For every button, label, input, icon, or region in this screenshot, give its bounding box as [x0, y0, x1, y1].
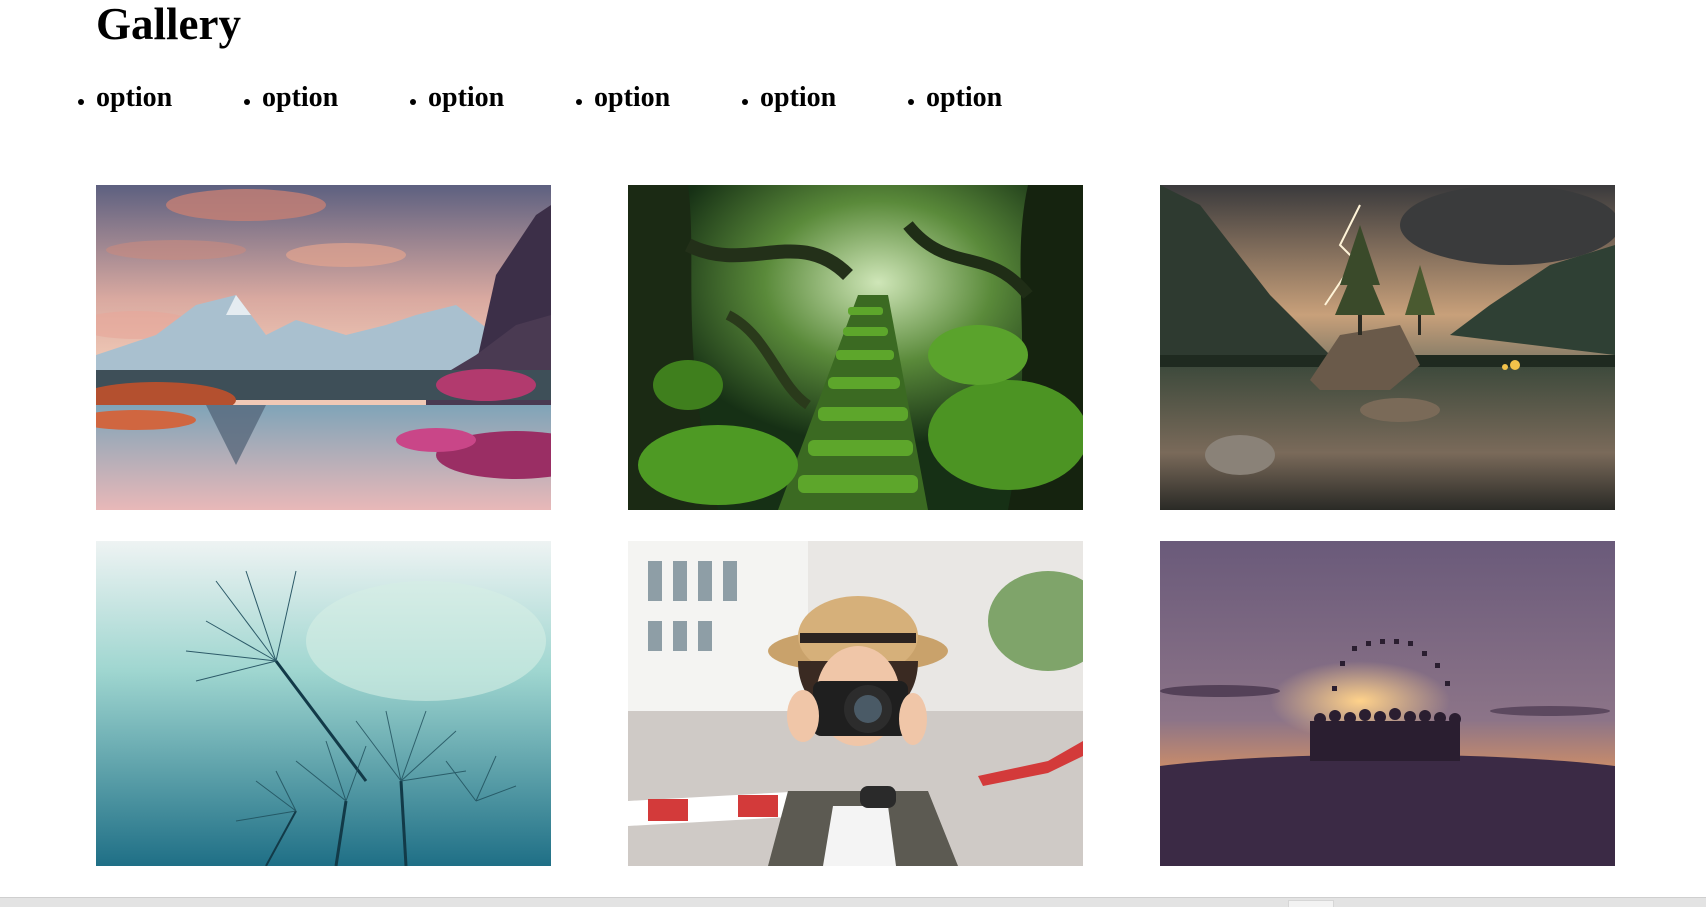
- horizontal-scrollbar[interactable]: [0, 897, 1706, 907]
- option-item[interactable]: option: [908, 81, 1092, 115]
- mountain-lake-photo: [96, 185, 551, 510]
- option-list: option option option option option optio…: [78, 81, 1092, 115]
- mossy-forest-photo: [628, 185, 1083, 510]
- option-item[interactable]: option: [78, 81, 262, 115]
- option-item[interactable]: option: [742, 81, 926, 115]
- gallery-image-photographer[interactable]: [628, 541, 1083, 866]
- option-item[interactable]: option: [410, 81, 594, 115]
- lake-island-photo: [1160, 185, 1615, 510]
- gallery-image-mossy-forest[interactable]: [628, 185, 1083, 510]
- gallery-image-graduates[interactable]: [1160, 541, 1615, 866]
- graduates-photo: [1160, 541, 1615, 866]
- option-item[interactable]: option: [244, 81, 428, 115]
- page-title: Gallery: [96, 0, 241, 49]
- photographer-photo: [628, 541, 1083, 866]
- gallery-image-lake-island[interactable]: [1160, 185, 1615, 510]
- option-item[interactable]: option: [576, 81, 760, 115]
- gallery-page: Gallery option option option option opti…: [0, 0, 1706, 907]
- gallery-image-mountain-lake[interactable]: [96, 185, 551, 510]
- gallery-image-dandelion[interactable]: [96, 541, 551, 866]
- image-gallery: [96, 185, 1615, 866]
- dandelion-photo: [96, 541, 551, 866]
- scrollbar-thumb[interactable]: [1288, 900, 1334, 907]
